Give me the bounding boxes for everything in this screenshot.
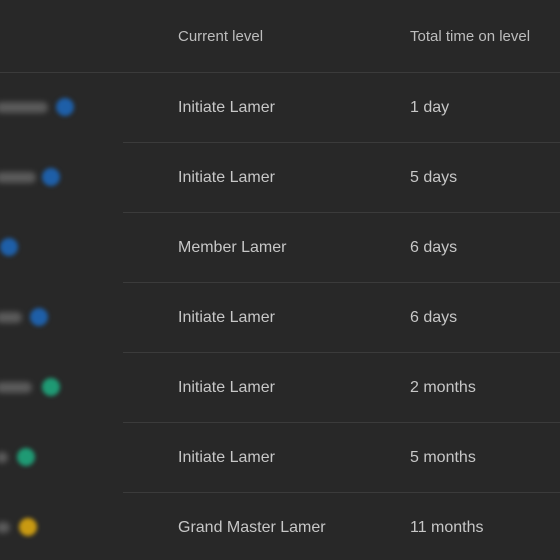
table-row[interactable]: Initiate Lamer 6 days xyxy=(0,283,560,353)
badge-icon xyxy=(17,448,35,466)
time-on-level: 1 day xyxy=(410,99,450,116)
member-name-blurred xyxy=(0,102,48,113)
time-on-level: 6 days xyxy=(410,239,458,256)
current-level: Initiate Lamer xyxy=(178,309,275,326)
table-row[interactable]: Initiate Lamer 5 days xyxy=(0,143,560,213)
current-level: Grand Master Lamer xyxy=(178,519,326,536)
table-header: Current level Total time on level xyxy=(0,0,560,73)
badge-icon xyxy=(42,378,60,396)
member-name-blurred xyxy=(0,172,36,183)
badge-icon xyxy=(30,308,48,326)
table-row[interactable]: Initiate Lamer 2 months xyxy=(0,353,560,423)
badge-icon xyxy=(56,98,74,116)
member-name-blurred xyxy=(0,382,32,393)
badge-icon xyxy=(0,238,18,256)
current-level: Initiate Lamer xyxy=(178,99,275,116)
member-name-blurred xyxy=(0,452,8,463)
members-table: Current level Total time on level Initia… xyxy=(0,0,560,560)
current-level: Initiate Lamer xyxy=(178,449,275,466)
current-level: Initiate Lamer xyxy=(178,379,275,396)
column-header-current-level[interactable]: Current level xyxy=(178,27,263,47)
badge-icon xyxy=(19,518,37,536)
time-on-level: 6 days xyxy=(410,309,458,326)
member-name-blurred xyxy=(0,522,10,533)
badge-icon xyxy=(42,168,60,186)
table-row[interactable]: Initiate Lamer 1 day xyxy=(0,73,560,143)
table-row[interactable]: Member Lamer 6 days xyxy=(0,213,560,283)
current-level: Initiate Lamer xyxy=(178,169,275,186)
current-level: Member Lamer xyxy=(178,239,287,256)
member-name-blurred xyxy=(0,312,22,323)
time-on-level: 5 days xyxy=(410,169,458,186)
table-row[interactable]: Grand Master Lamer 11 months xyxy=(0,493,560,560)
time-on-level: 2 months xyxy=(410,379,476,396)
table-row[interactable]: Initiate Lamer 5 months xyxy=(0,423,560,493)
column-header-total-time[interactable]: Total time on level xyxy=(410,27,530,47)
time-on-level: 5 months xyxy=(410,449,476,466)
time-on-level: 11 months xyxy=(410,519,484,536)
